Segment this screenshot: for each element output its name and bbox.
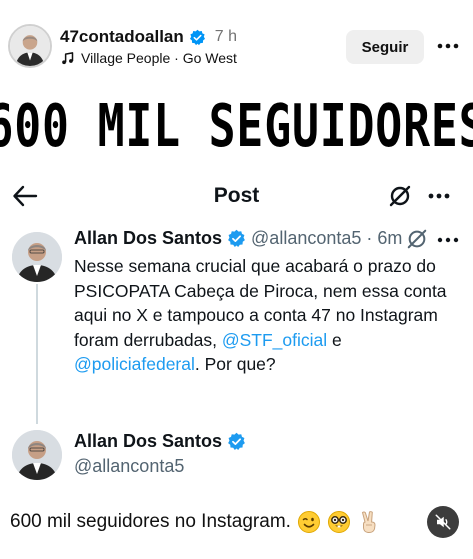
thread-line [36,284,38,424]
x-more-icon[interactable] [426,184,452,208]
caption-row: 600 mil seguidores no Instagram. [10,510,381,534]
post-time: 7 h [214,28,238,45]
post-grok-icon[interactable] [406,228,428,250]
profile-photo-icon [10,26,50,66]
instagram-header: 47contadoallan 7 h Village People · Go W… [0,0,473,80]
follow-button[interactable]: Seguir [346,30,424,64]
reply-verified-icon [228,432,245,450]
instagram-username[interactable]: 47contadoallan [60,27,184,47]
x-verified-icon [228,229,245,247]
post-more-icon[interactable] [436,230,460,250]
winking-face-icon [297,511,320,533]
instagram-user-row: 47contadoallan 7 h [60,27,237,47]
reply-author-row: Allan Dos Santos [74,431,246,452]
music-row[interactable]: Village People · Go West [60,50,237,66]
grok-icon[interactable] [388,184,412,208]
music-note-icon [62,51,74,64]
reply-author-name[interactable]: Allan Dos Santos [74,431,222,452]
verified-badge-icon [189,29,205,45]
quoted-post-header: Allan Dos Santos @allanconta5 · 6m [74,228,402,249]
quoted-post-body: Nesse semana crucial que acabará o prazo… [74,254,464,377]
caption-text: 600 mil seguidores no Instagram. [10,511,291,532]
author-handle-time[interactable]: @allanconta5 · 6m [251,228,402,249]
muted-speaker-icon [435,514,451,530]
handwritten-banner: 600 MIL SEGUIDORES [0,80,473,172]
nerd-face-icon [327,511,350,533]
reply-author-photo-icon [12,430,62,480]
author-name[interactable]: Allan Dos Santos [74,228,222,249]
post-text-end: . Por que? [194,354,276,374]
victory-hand-icon [361,511,376,534]
banner-text: 600 MIL SEGUIDORES [0,91,473,161]
mention-policiafederal[interactable]: @policiafederal [74,354,195,374]
mute-button[interactable] [427,506,459,538]
reply-author-handle[interactable]: @allanconta5 [74,456,184,477]
author-avatar[interactable] [12,232,62,282]
mention-stf[interactable]: @STF_oficial [222,330,327,350]
post-connector: e [327,329,342,350]
author-photo-icon [12,232,62,282]
more-options-icon[interactable] [436,34,460,58]
reply-author-avatar[interactable] [12,430,62,480]
music-title: Village People · Go West [81,50,237,66]
instagram-avatar[interactable] [8,24,52,68]
x-post-header: Post [0,176,473,216]
